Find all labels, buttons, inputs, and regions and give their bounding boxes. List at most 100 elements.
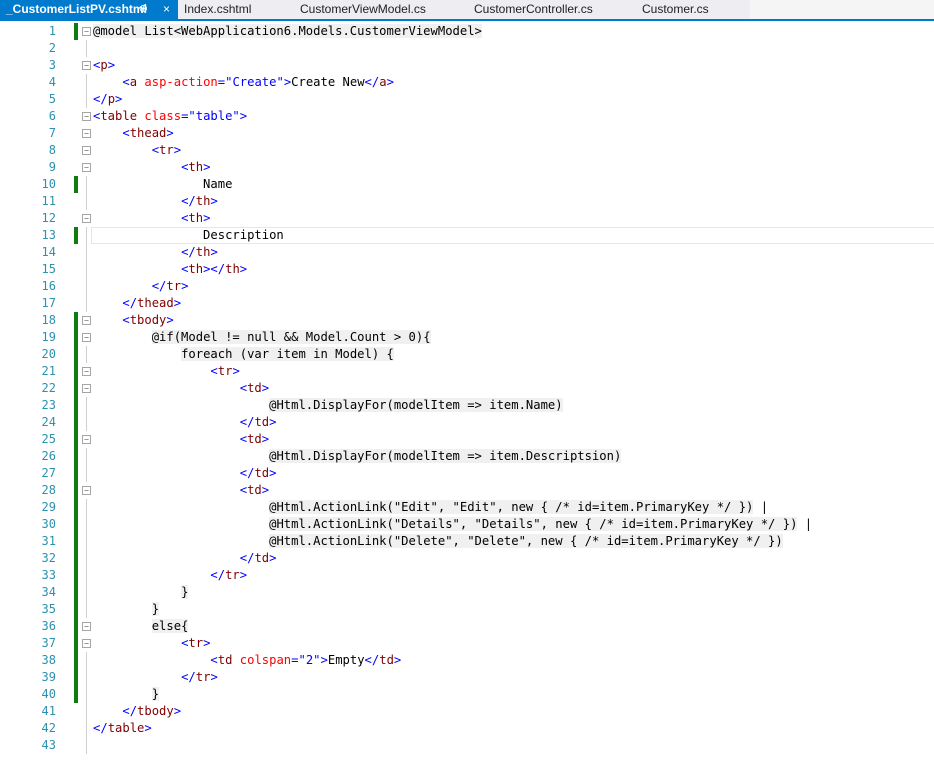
collapse-icon[interactable]: − bbox=[82, 622, 91, 631]
code-text: <th> bbox=[181, 211, 211, 225]
tab-label: _CustomerListPV.cshtml bbox=[6, 2, 147, 16]
change-marker bbox=[74, 669, 78, 686]
code-line[interactable]: 36 − else{ bbox=[0, 618, 934, 635]
code-text: <a asp-action="Create">Create New</a> bbox=[122, 75, 394, 89]
code-line[interactable]: 12 − <th> bbox=[0, 210, 934, 227]
outline-guide bbox=[86, 40, 87, 57]
change-marker bbox=[74, 363, 78, 380]
collapse-icon[interactable]: − bbox=[82, 61, 91, 70]
code-line[interactable]: 30 @Html.ActionLink("Details", "Details"… bbox=[0, 516, 934, 533]
tab-index[interactable]: Index.cshtml bbox=[178, 0, 294, 19]
collapse-icon[interactable]: − bbox=[82, 112, 91, 121]
code-editor[interactable]: 1− @model List<WebApplication6.Models.Cus… bbox=[0, 21, 934, 761]
tab-customerviewmodel[interactable]: CustomerViewModel.cs bbox=[294, 0, 468, 19]
code-line[interactable]: 1 − @model List<WebApplication6.Models.Cus… bbox=[0, 23, 934, 40]
line-number: 18 bbox=[41, 313, 56, 327]
collapse-icon[interactable]: − bbox=[82, 146, 91, 155]
tab-customer[interactable]: Customer.cs bbox=[636, 0, 750, 19]
code-line[interactable]: 17 </thead> bbox=[0, 295, 934, 312]
collapse-icon[interactable]: − bbox=[82, 27, 91, 36]
code-line[interactable]: 9 − <th> bbox=[0, 159, 934, 176]
code-line[interactable]: 21 − <tr> bbox=[0, 363, 934, 380]
code-line[interactable]: 4 <a asp-action="Create">Create New</a> bbox=[0, 74, 934, 91]
collapse-icon[interactable]: − bbox=[82, 163, 91, 172]
code-line[interactable]: 23 @Html.DisplayFor(modelItem => item.Na… bbox=[0, 397, 934, 414]
code-text: </td> bbox=[239, 551, 277, 565]
change-marker bbox=[74, 346, 78, 363]
code-line[interactable]: 25 − <td> bbox=[0, 431, 934, 448]
code-text: </tr> bbox=[210, 568, 248, 582]
change-marker bbox=[74, 227, 78, 244]
outline-guide bbox=[86, 737, 87, 754]
code-line[interactable]: 22 − <td> bbox=[0, 380, 934, 397]
code-line[interactable]: 33 </tr> bbox=[0, 567, 934, 584]
code-line[interactable]: 7 − <thead> bbox=[0, 125, 934, 142]
code-line[interactable]: 27 </td> bbox=[0, 465, 934, 482]
code-line[interactable]: 18 − <tbody> bbox=[0, 312, 934, 329]
code-line[interactable]: 10 Name bbox=[0, 176, 934, 193]
code-line[interactable]: 38 <td colspan="2">Empty</td> bbox=[0, 652, 934, 669]
code-line[interactable]: 16 </tr> bbox=[0, 278, 934, 295]
code-line[interactable]: 43 bbox=[0, 737, 934, 754]
change-marker bbox=[74, 397, 78, 414]
code-line[interactable]: 3 − <p> bbox=[0, 57, 934, 74]
change-marker bbox=[74, 618, 78, 635]
line-number: 42 bbox=[41, 721, 56, 735]
code-line[interactable]: 35 } bbox=[0, 601, 934, 618]
code-text: <tbody> bbox=[122, 313, 174, 327]
line-number: 3 bbox=[48, 58, 56, 72]
code-line[interactable]: 19 − @if(Model != null && Model.Count > 0… bbox=[0, 329, 934, 346]
code-line[interactable]: 11 </th> bbox=[0, 193, 934, 210]
code-line[interactable]: 15 <th></th> bbox=[0, 261, 934, 278]
collapse-icon[interactable]: − bbox=[82, 333, 91, 342]
code-line[interactable]: 24 </td> bbox=[0, 414, 934, 431]
code-line[interactable]: 39 </tr> bbox=[0, 669, 934, 686]
code-line[interactable]: 42 </table> bbox=[0, 720, 934, 737]
code-text: </p> bbox=[93, 92, 123, 106]
code-line[interactable]: 28 − <td> bbox=[0, 482, 934, 499]
collapse-icon[interactable]: − bbox=[82, 214, 91, 223]
code-line[interactable]: 37 − <tr> bbox=[0, 635, 934, 652]
change-marker bbox=[74, 23, 78, 40]
pin-icon[interactable]: ⊕ bbox=[139, 0, 148, 19]
collapse-icon[interactable]: − bbox=[82, 316, 91, 325]
close-icon[interactable]: × bbox=[163, 0, 170, 19]
code-text: </tbody> bbox=[122, 704, 182, 718]
collapse-icon[interactable]: − bbox=[82, 129, 91, 138]
code-line[interactable]: 13 Description bbox=[0, 227, 934, 244]
collapse-icon[interactable]: − bbox=[82, 639, 91, 648]
code-line[interactable]: 20 foreach (var item in Model) { bbox=[0, 346, 934, 363]
code-line[interactable]: 40 } bbox=[0, 686, 934, 703]
code-line[interactable]: 32 </td> bbox=[0, 550, 934, 567]
line-number: 16 bbox=[41, 279, 56, 293]
code-line[interactable]: 29 @Html.ActionLink("Edit", "Edit", new … bbox=[0, 499, 934, 516]
collapse-icon[interactable]: − bbox=[82, 486, 91, 495]
code-line[interactable]: 6 − <table class="table"> bbox=[0, 108, 934, 125]
collapse-icon[interactable]: − bbox=[82, 384, 91, 393]
change-marker bbox=[74, 380, 78, 397]
line-number: 32 bbox=[41, 551, 56, 565]
collapse-icon[interactable]: − bbox=[82, 367, 91, 376]
code-text: </table> bbox=[93, 721, 152, 735]
outline-guide bbox=[86, 499, 87, 516]
code-line[interactable]: 14 </th> bbox=[0, 244, 934, 261]
collapse-icon[interactable]: − bbox=[82, 435, 91, 444]
tab-customercontroller[interactable]: CustomerController.cs bbox=[468, 0, 636, 19]
code-line[interactable]: 31 @Html.ActionLink("Delete", "Delete", … bbox=[0, 533, 934, 550]
code-line[interactable]: 8 − <tr> bbox=[0, 142, 934, 159]
code-text: </tr> bbox=[151, 279, 189, 293]
code-line[interactable]: 2 bbox=[0, 40, 934, 57]
line-number: 43 bbox=[41, 738, 56, 752]
code-text: </td> bbox=[239, 466, 277, 480]
code-line[interactable]: 41 </tbody> bbox=[0, 703, 934, 720]
code-line[interactable]: 26 @Html.DisplayFor(modelItem => item.De… bbox=[0, 448, 934, 465]
line-number: 19 bbox=[41, 330, 56, 344]
line-number: 39 bbox=[41, 670, 56, 684]
outline-guide bbox=[86, 533, 87, 550]
tab-customerlistpv[interactable]: _CustomerListPV.cshtml ⊕ × bbox=[0, 0, 178, 21]
line-number: 33 bbox=[41, 568, 56, 582]
code-line[interactable]: 34 } bbox=[0, 584, 934, 601]
outline-guide bbox=[86, 261, 87, 278]
line-number: 7 bbox=[48, 126, 56, 140]
code-line[interactable]: 5 </p> bbox=[0, 91, 934, 108]
